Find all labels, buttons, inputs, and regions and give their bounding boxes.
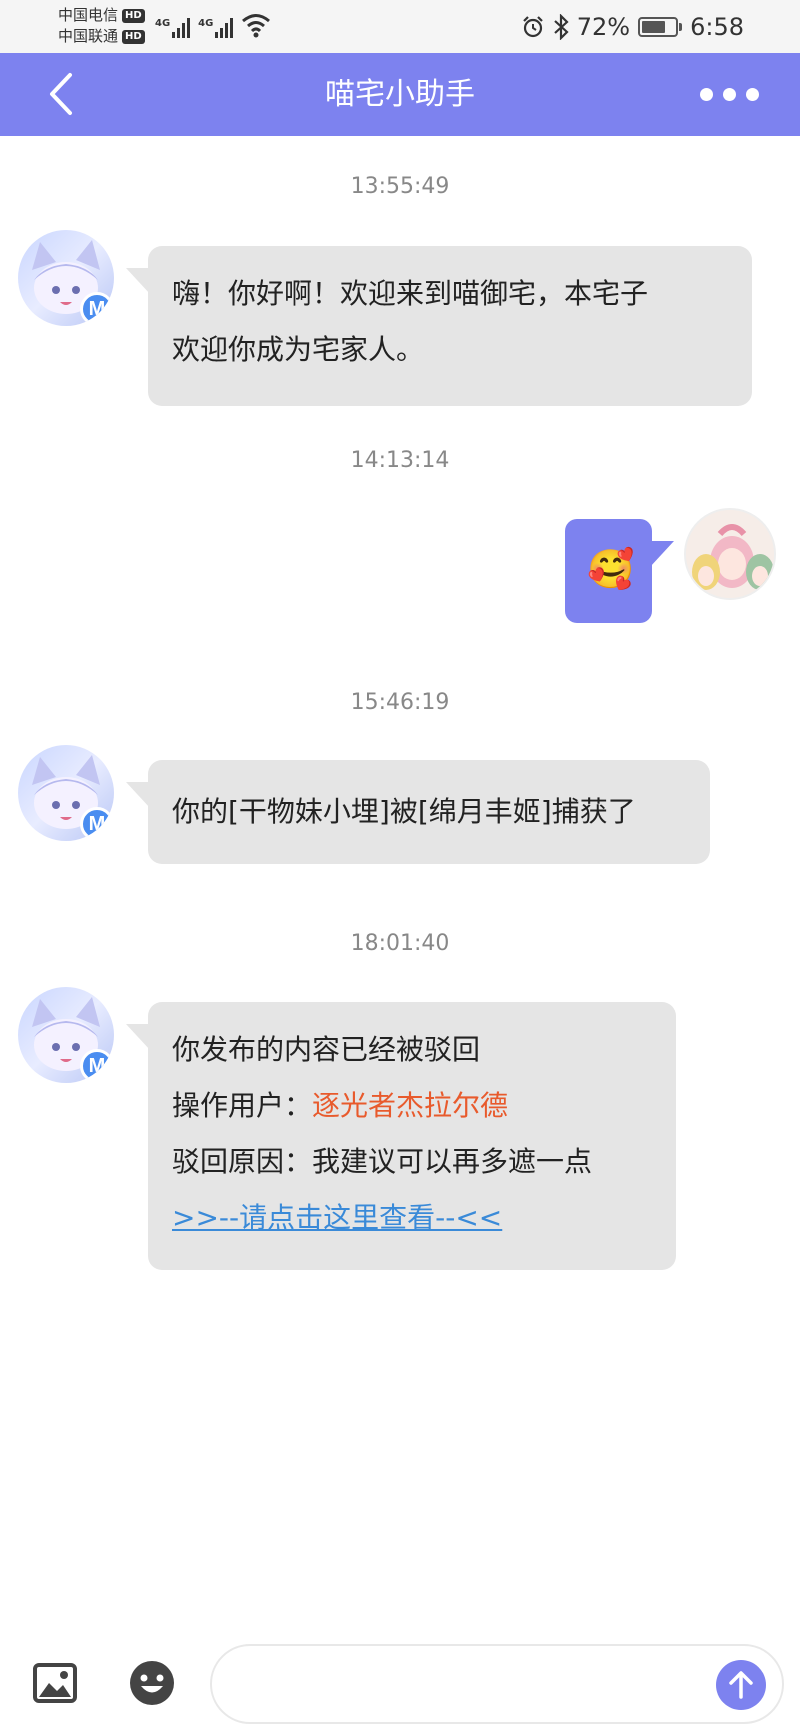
signal-indicators: 4G 4G	[155, 12, 271, 38]
operator-line: 操作用户：逐光者杰拉尔德	[172, 1078, 652, 1134]
message-bubble: 你的[干物妹小埋]被[绵月丰姬]捕获了	[126, 760, 710, 864]
message-text-line: 欢迎你成为宅家人。	[172, 333, 425, 366]
message-timestamp: 15:46:19	[350, 690, 450, 715]
emoji-icon[interactable]	[128, 1659, 176, 1707]
view-details-link[interactable]: >>--请点击这里查看--<<	[172, 1190, 652, 1246]
anime-girls-avatar-icon	[686, 510, 774, 598]
wifi-icon	[242, 14, 271, 38]
network-type-label-2: 4G	[198, 18, 214, 29]
status-bar: 中国电信 HD 中国联通 HD 4G 4G 72% 6:58	[0, 0, 800, 53]
bluetooth-icon	[554, 13, 569, 40]
message-text-line: 你的[干物妹小埋]被[绵月丰姬]捕获了	[172, 795, 636, 828]
status-right: 72% 6:58	[521, 0, 800, 53]
chat-header: 喵宅小助手	[0, 53, 800, 136]
network-type-label-1: 4G	[155, 18, 171, 29]
smiling-face-hearts-icon: 🥰	[587, 547, 635, 591]
carrier-info: 中国电信 HD 中国联通 HD	[58, 5, 145, 47]
clock-time: 6:58	[690, 12, 744, 41]
battery-icon	[638, 16, 683, 37]
m-badge-icon: M	[80, 807, 114, 841]
send-button[interactable]	[716, 1660, 766, 1710]
carrier-name-2: 中国联通	[58, 27, 119, 45]
message-timestamp: 13:55:49	[350, 174, 450, 199]
m-badge-icon: M	[80, 1049, 114, 1083]
alarm-icon	[522, 15, 543, 37]
hd-badge-1: HD	[122, 8, 145, 23]
arrow-up-icon	[729, 1671, 753, 1699]
avatar[interactable]: M	[18, 230, 120, 332]
my-message-bubble: 🥰	[565, 519, 674, 623]
hd-badge-2: HD	[122, 29, 145, 44]
avatar[interactable]: M	[18, 987, 120, 1089]
message-timestamp: 18:01:40	[350, 931, 450, 956]
battery-percent: 72%	[576, 12, 631, 41]
battery-fill	[642, 20, 666, 33]
image-icon[interactable]	[33, 1663, 77, 1703]
m-badge-icon: M	[80, 292, 114, 326]
operator-name[interactable]: 逐光者杰拉尔德	[312, 1089, 508, 1122]
carrier-name-1: 中国电信	[58, 6, 119, 24]
signal-strength-icon-1: 4G	[155, 18, 191, 38]
signal-strength-icon-2: 4G	[198, 18, 234, 38]
avatar[interactable]: M	[18, 745, 120, 847]
message-input[interactable]	[210, 1644, 784, 1724]
message-text-line: 嗨！你好啊！欢迎来到喵御宅，本宅子	[172, 277, 649, 310]
more-dots-icon[interactable]	[700, 83, 760, 105]
message-timestamp: 14:13:14	[350, 448, 450, 473]
input-bar	[0, 1630, 800, 1733]
message-bubble: 嗨！你好啊！欢迎来到喵御宅，本宅子 欢迎你成为宅家人。	[126, 246, 752, 406]
my-avatar[interactable]	[684, 508, 776, 600]
rejection-reason-line: 驳回原因：我建议可以再多遮一点	[172, 1145, 593, 1178]
rejection-notice-line: 你发布的内容已经被驳回	[172, 1033, 481, 1066]
page-title: 喵宅小助手	[325, 77, 475, 112]
operator-label: 操作用户：	[172, 1089, 313, 1122]
message-bubble: 你发布的内容已经被驳回 操作用户：逐光者杰拉尔德 驳回原因：我建议可以再多遮一点…	[126, 1002, 676, 1270]
